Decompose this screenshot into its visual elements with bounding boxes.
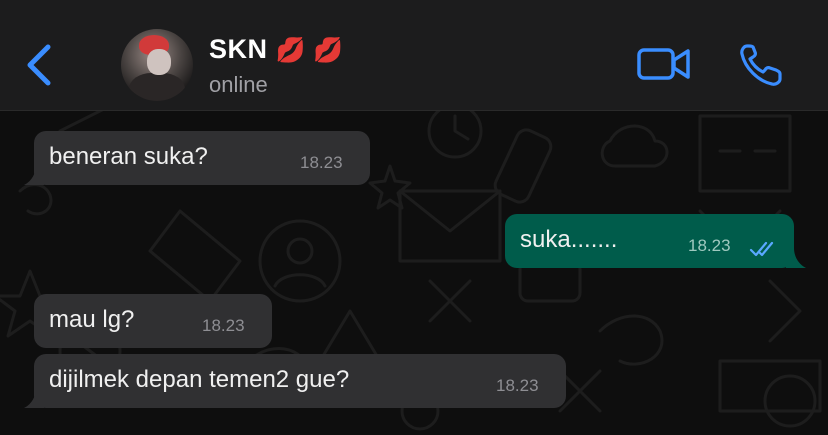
avatar-body-shape bbox=[129, 73, 185, 101]
avatar-face-shape bbox=[147, 49, 171, 75]
contact-status: online bbox=[209, 72, 268, 97]
message-text: mau lg? bbox=[49, 306, 135, 333]
message-time: 18.23 bbox=[496, 376, 539, 395]
back-chevron-icon[interactable] bbox=[22, 40, 54, 90]
message-bubble-incoming[interactable]: dijilmek depan temen2 gue? 18.23 bbox=[34, 354, 566, 408]
message-text: dijilmek depan temen2 gue? bbox=[49, 366, 350, 393]
message-text: beneran suka? bbox=[49, 143, 208, 170]
kiss-mark-emoji: 💋 💋 bbox=[275, 37, 344, 64]
contact-name-text: SKN bbox=[209, 34, 268, 64]
contact-name[interactable]: SKN 💋 💋 bbox=[209, 34, 343, 65]
bubble-tail bbox=[24, 165, 44, 185]
double-check-icon bbox=[749, 241, 774, 257]
chat-area[interactable]: beneran suka? 18.23 suka....... 18.23 ma… bbox=[0, 111, 828, 435]
message-text: suka....... bbox=[520, 226, 618, 253]
message-time: 18.23 bbox=[300, 153, 343, 172]
message-bubble-outgoing[interactable]: suka....... 18.23 bbox=[505, 214, 794, 268]
bubble-tail bbox=[24, 388, 44, 408]
message-bubble-incoming[interactable]: beneran suka? 18.23 bbox=[34, 131, 370, 185]
message-time: 18.23 bbox=[202, 316, 245, 335]
phone-icon[interactable] bbox=[738, 42, 784, 88]
video-call-icon[interactable] bbox=[636, 46, 692, 82]
bubble-tail bbox=[786, 248, 806, 268]
message-bubble-incoming[interactable]: mau lg? 18.23 bbox=[34, 294, 272, 348]
message-time: 18.23 bbox=[688, 236, 731, 255]
chat-header: SKN 💋 💋 online bbox=[0, 0, 828, 111]
avatar[interactable] bbox=[121, 29, 193, 101]
